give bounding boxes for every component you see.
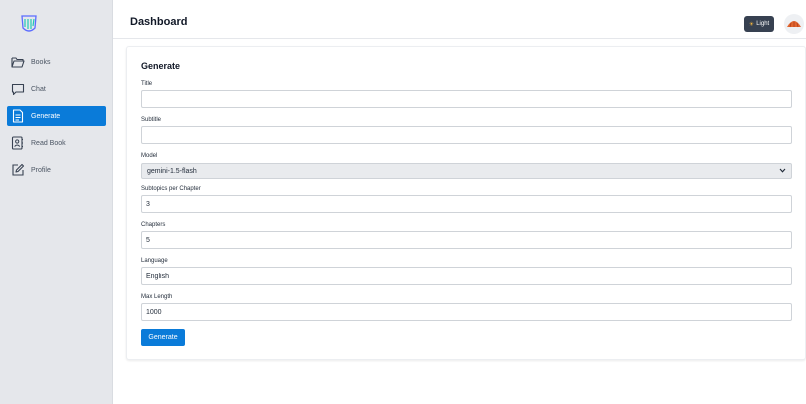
sidebar-item-read-book[interactable]: Read Book [7,133,106,153]
sidebar-item-label: Chat [31,85,46,93]
generate-button[interactable]: Generate [141,329,185,346]
title-label: Title [141,81,153,87]
sidebar-item-label: Read Book [31,139,66,147]
max-length-input[interactable] [141,303,792,321]
app-logo-icon[interactable] [20,13,38,35]
theme-toggle-button[interactable]: ☀ Light [744,16,774,32]
top-header: Dashboard ☀ Light [113,0,806,39]
sidebar-item-chat[interactable]: Chat [7,79,106,99]
page-title: Dashboard [130,16,188,28]
model-label: Model [141,153,158,159]
edit-icon [10,163,25,178]
avatar-icon [786,15,802,33]
subtopics-label: Subtopics per Chapter [141,186,201,192]
form-title: Generate [141,61,181,71]
document-icon [10,109,25,124]
model-select-value: gemini-1.5-flash [147,167,197,175]
language-label: Language [141,258,168,264]
chat-bubble-icon [10,82,25,97]
sidebar: Books Chat Generate Read Book Profile [0,0,113,404]
sidebar-item-generate[interactable]: Generate [7,106,106,126]
sidebar-item-label: Books [31,58,51,66]
chevron-down-icon [779,168,786,175]
chapters-input[interactable] [141,231,792,249]
max-length-label: Max Length [141,294,173,300]
sidebar-item-label: Generate [31,112,61,120]
subtitle-label: Subtitle [141,117,162,123]
sidebar-item-profile[interactable]: Profile [7,160,106,180]
contact-book-icon [10,136,25,151]
sun-icon: ☀ [748,21,755,28]
avatar[interactable] [784,14,804,34]
subtopics-input[interactable] [141,195,792,213]
theme-label: Light [756,21,770,27]
title-input[interactable] [141,90,792,108]
language-input[interactable] [141,267,792,285]
subtitle-input[interactable] [141,126,792,144]
sidebar-nav: Books Chat Generate Read Book Profile [7,52,106,187]
sidebar-item-books[interactable]: Books [7,52,106,72]
generate-form-card: Generate Title Subtitle Model gemini-1.5… [126,46,806,360]
sidebar-item-label: Profile [31,166,51,174]
model-select[interactable]: gemini-1.5-flash [141,163,792,179]
chapters-label: Chapters [141,222,166,228]
folder-open-icon [10,55,25,70]
